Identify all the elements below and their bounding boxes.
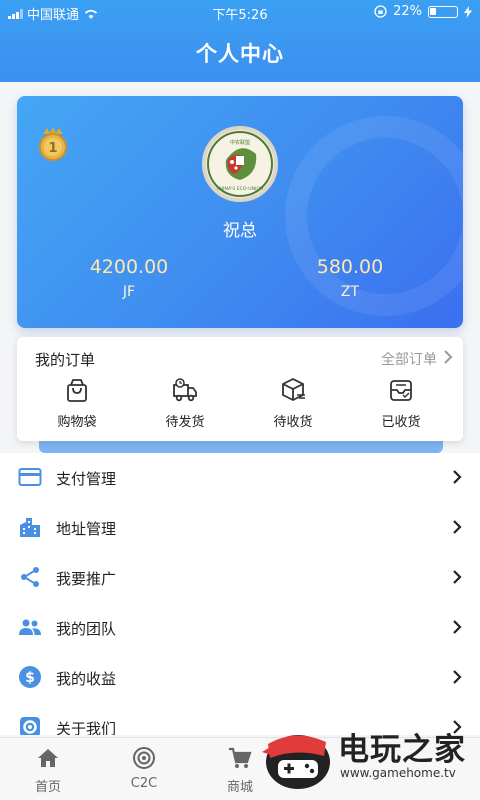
chevron-right-icon[interactable] bbox=[441, 348, 455, 366]
gold-medal-icon: 1 bbox=[39, 127, 67, 161]
jf-value: 4200.00 bbox=[89, 256, 169, 278]
order-shopping-bag-label: 购物袋 bbox=[57, 415, 97, 430]
menu-item-payment-label: 支付管理 bbox=[56, 470, 117, 488]
orders-section: 我的订单 全部订单 购物袋 待发货 待收货 已收货 bbox=[17, 333, 463, 453]
menu-item-team-label: 我的团队 bbox=[56, 620, 117, 638]
order-received-label: 已收货 bbox=[381, 415, 421, 430]
status-bar: 中国联通 下午5:26 22% bbox=[0, 0, 480, 24]
order-to-ship-label: 待发货 bbox=[165, 415, 205, 430]
chevron-right-icon bbox=[453, 620, 462, 634]
game-mascot-logo bbox=[262, 735, 330, 789]
building-icon bbox=[20, 518, 40, 537]
gear-icon bbox=[20, 717, 40, 735]
watermark-url: www.gamehome.tv bbox=[340, 766, 456, 780]
menu-item-earnings[interactable]: $ 我的收益 bbox=[0, 653, 480, 703]
menu-item-promote[interactable]: 我要推广 bbox=[0, 553, 480, 603]
delivery-truck-icon bbox=[173, 378, 197, 402]
zt-label: ZT bbox=[340, 284, 360, 300]
order-to-receive-label: 待收货 bbox=[273, 415, 313, 430]
site-watermark: 电玩之家 www.gamehome.tv bbox=[262, 722, 476, 800]
share-icon bbox=[21, 567, 39, 587]
menu-item-address-label: 地址管理 bbox=[56, 520, 117, 538]
team-icon bbox=[19, 619, 41, 635]
order-shopping-bag[interactable]: 购物袋 bbox=[27, 377, 127, 433]
charging-icon bbox=[464, 5, 472, 18]
package-box-icon bbox=[282, 377, 305, 402]
all-orders-link[interactable]: 全部订单 bbox=[381, 349, 437, 369]
order-to-ship[interactable]: 待发货 bbox=[135, 377, 235, 433]
watermark-title: 电玩之家 bbox=[338, 732, 466, 768]
received-tray-icon bbox=[390, 380, 412, 401]
orders-card: 我的订单 全部订单 购物袋 待发货 待收货 已收货 bbox=[17, 337, 463, 441]
zt-value: 580.00 bbox=[316, 256, 384, 278]
c2c-icon bbox=[133, 747, 155, 769]
eco-union-logo: 中农联盟 CHINA'S ECO-UNION bbox=[202, 126, 278, 202]
tab-home[interactable]: 首页 bbox=[0, 746, 96, 795]
battery-icon bbox=[428, 5, 458, 18]
menu-item-team[interactable]: 我的团队 bbox=[0, 603, 480, 653]
battery-percent: 22% bbox=[393, 4, 422, 19]
order-received[interactable]: 已收货 bbox=[351, 377, 451, 433]
chevron-right-icon bbox=[453, 570, 462, 584]
orders-title: 我的订单 bbox=[35, 351, 96, 369]
menu-item-earnings-label: 我的收益 bbox=[56, 670, 117, 688]
menu-item-payment[interactable]: 支付管理 bbox=[0, 453, 480, 503]
cart-icon bbox=[229, 747, 252, 768]
order-to-receive[interactable]: 待收货 bbox=[243, 377, 343, 433]
status-right: 22% bbox=[374, 4, 472, 19]
svg-text:$: $ bbox=[25, 670, 35, 686]
rank-number: 1 bbox=[48, 141, 57, 156]
app-header: 中国联通 下午5:26 22% 个人中心 bbox=[0, 0, 480, 82]
page-title: 个人中心 bbox=[196, 42, 284, 66]
profile-card: 1 中农联盟 CHINA'S ECO-UNION 祝总 4200.00 JF 5… bbox=[17, 96, 463, 328]
dollar-icon: $ bbox=[19, 666, 41, 688]
chevron-right-icon bbox=[453, 670, 462, 684]
settings-menu: 支付管理 地址管理 我要推广 我的团队 $ 我的收益 关于我们 bbox=[0, 453, 480, 735]
menu-item-address[interactable]: 地址管理 bbox=[0, 503, 480, 553]
menu-item-promote-label: 我要推广 bbox=[56, 570, 117, 588]
user-name: 祝总 bbox=[223, 221, 257, 241]
tab-home-label: 首页 bbox=[34, 780, 61, 795]
tab-c2c[interactable]: C2C bbox=[96, 746, 192, 791]
orientation-lock-icon bbox=[374, 5, 387, 18]
jf-label: JF bbox=[122, 284, 136, 300]
chevron-right-icon bbox=[453, 520, 462, 534]
logo-ring-text: CHINA'S ECO-UNION bbox=[217, 186, 264, 192]
home-icon bbox=[38, 749, 58, 767]
credit-card-icon bbox=[18, 468, 42, 486]
logo-top-text: 中农联盟 bbox=[230, 139, 250, 146]
chevron-right-icon bbox=[453, 470, 462, 484]
tab-c2c-label: C2C bbox=[130, 776, 158, 791]
shopping-bag-icon bbox=[67, 379, 87, 402]
menu-item-about-label: 关于我们 bbox=[56, 720, 117, 735]
